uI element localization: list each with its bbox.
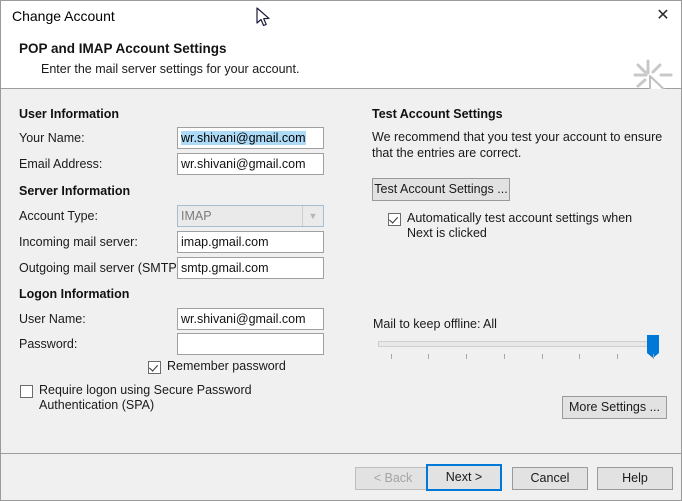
email-address-input[interactable]: wr.shivani@gmail.com [177, 153, 324, 175]
group-title-user-information: User Information [19, 107, 120, 121]
label-incoming-mail-server: Incoming mail server: [19, 235, 138, 249]
cancel-button[interactable]: Cancel [512, 467, 588, 490]
slider-tick [428, 354, 429, 359]
account-type-value: IMAP [181, 209, 212, 223]
checkbox-box-auto-test[interactable] [388, 213, 401, 226]
label-user-name: User Name: [19, 312, 86, 326]
window-title: Change Account [12, 8, 115, 24]
slider-tick [653, 354, 654, 359]
your-name-value: wr.shivani@gmail.com [181, 131, 306, 145]
password-input[interactable] [177, 333, 324, 355]
close-icon[interactable]: ✕ [649, 4, 677, 28]
mail-offline-slider-thumb[interactable] [647, 335, 659, 358]
require-spa-label: Require logon using Secure Password Auth… [39, 383, 252, 412]
label-account-type: Account Type: [19, 209, 98, 223]
auto-test-label: Automatically test account settings when… [407, 211, 633, 240]
account-type-select[interactable]: IMAP ▼ [177, 205, 324, 227]
back-button[interactable]: < Back [355, 467, 431, 490]
test-account-description: We recommend that you test your account … [372, 130, 663, 160]
group-title-logon-information: Logon Information [19, 287, 130, 301]
dialog-header: POP and IMAP Account Settings Enter the … [1, 31, 681, 112]
group-title-server-information: Server Information [19, 184, 131, 198]
your-name-input[interactable]: wr.shivani@gmail.com [177, 127, 324, 149]
dialog-body: User Information Your Name: wr.shivani@g… [1, 89, 681, 453]
label-outgoing-mail-server: Outgoing mail server (SMTP): [19, 261, 185, 275]
slider-tick [504, 354, 505, 359]
label-your-name: Your Name: [19, 131, 85, 145]
slider-tick [617, 354, 618, 359]
label-password: Password: [19, 337, 78, 351]
group-title-test-account-settings: Test Account Settings [372, 107, 503, 121]
page-title: POP and IMAP Account Settings [19, 41, 227, 56]
chevron-down-icon[interactable]: ▼ [302, 206, 323, 226]
mail-offline-slider-track[interactable] [378, 341, 658, 347]
remember-password-label: Remember password [167, 359, 286, 373]
help-button[interactable]: Help [597, 467, 673, 490]
slider-tick [579, 354, 580, 359]
next-button[interactable]: Next > [426, 464, 502, 491]
page-subtitle: Enter the mail server settings for your … [41, 62, 300, 76]
outgoing-mail-server-input[interactable]: smtp.gmail.com [177, 257, 324, 279]
test-account-settings-button[interactable]: Test Account Settings ... [372, 178, 510, 201]
more-settings-button[interactable]: More Settings ... [562, 396, 667, 419]
label-email-address: Email Address: [19, 157, 103, 171]
checkbox-box-require-spa[interactable] [20, 385, 33, 398]
dialog-footer: < Back Next > Cancel Help [1, 453, 681, 500]
mail-offline-value: All [483, 317, 497, 331]
mail-offline-label: Mail to keep offline: [373, 317, 481, 331]
slider-tick [466, 354, 467, 359]
change-account-dialog: Change Account ✕ POP and IMAP Account Se… [0, 0, 682, 501]
slider-tick [542, 354, 543, 359]
incoming-mail-server-input[interactable]: imap.gmail.com [177, 231, 324, 253]
checkbox-box-remember-password[interactable] [148, 361, 161, 374]
slider-tick [391, 354, 392, 359]
title-bar: Change Account ✕ [1, 1, 681, 31]
user-name-input[interactable]: wr.shivani@gmail.com [177, 308, 324, 330]
